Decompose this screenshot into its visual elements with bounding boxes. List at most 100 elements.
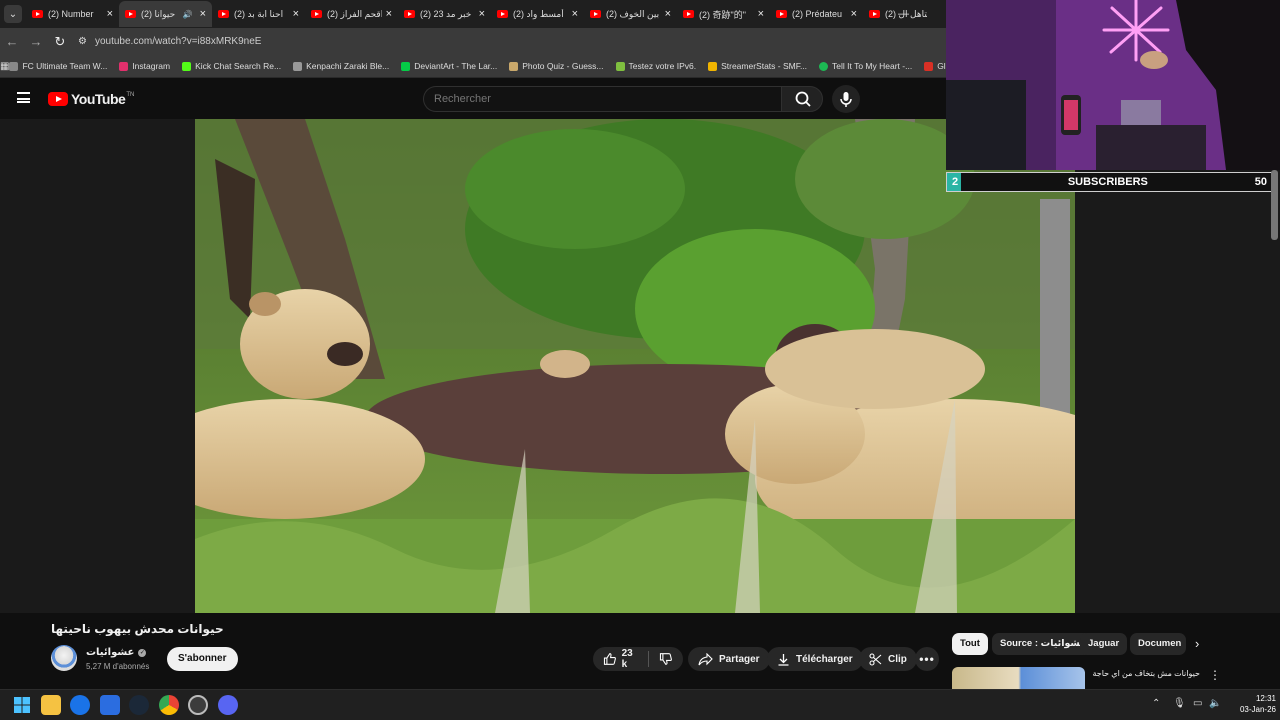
close-icon[interactable]: × xyxy=(107,8,113,20)
download-button[interactable]: Télécharger xyxy=(767,647,863,671)
bookmark-item[interactable]: Kenpachi Zaraki Ble... xyxy=(293,61,389,71)
youtube-play-icon xyxy=(48,92,68,106)
monitor-icon[interactable]: ▭ xyxy=(1193,698,1202,709)
like-count[interactable]: 23 k xyxy=(622,648,641,670)
forward-arrow-icon[interactable]: → xyxy=(24,34,48,49)
close-icon[interactable]: × xyxy=(851,8,857,20)
bookmark-item[interactable]: Testez votre IPv6. xyxy=(615,61,696,71)
bookmark-favicon-icon xyxy=(9,61,19,71)
obs-icon[interactable] xyxy=(188,695,208,715)
url-field[interactable]: ⚙ youtube.com/watch?v=i88xMRK9neE xyxy=(78,36,261,47)
windows-taskbar xyxy=(0,689,1280,720)
tab-search-dropdown[interactable]: ⌄ xyxy=(4,5,22,23)
hamburger-menu-icon[interactable] xyxy=(17,92,30,103)
steam-icon[interactable] xyxy=(129,695,149,715)
thumbs-down-icon[interactable] xyxy=(659,652,673,666)
channel-name[interactable]: عشوائيات ✓ xyxy=(86,647,147,658)
bookmark-item[interactable]: Kick Chat Search Re... xyxy=(182,61,281,71)
share-button[interactable]: Partager xyxy=(688,647,770,671)
reload-icon[interactable]: ↻ xyxy=(48,34,72,50)
youtube-header: YouTube TN xyxy=(0,79,946,119)
verified-check-icon: ✓ xyxy=(138,648,147,657)
voice-search-button[interactable] xyxy=(832,85,860,113)
youtube-favicon-icon xyxy=(497,10,508,18)
youtube-favicon-icon xyxy=(32,10,43,18)
browser-tab[interactable]: (2) اقحم الفراز × xyxy=(305,1,398,27)
youtube-favicon-icon xyxy=(776,10,787,18)
chip-all[interactable]: Tout xyxy=(952,633,988,655)
subscriber-count: 5,27 M d'abonnés xyxy=(86,662,150,671)
subscribe-button[interactable]: S'abonner xyxy=(167,647,238,671)
speaker-icon[interactable]: 🔊 xyxy=(183,10,193,19)
bar-chart-icon xyxy=(708,61,718,71)
share-arrow-icon xyxy=(698,652,713,665)
site-settings-icon[interactable]: ⚙ xyxy=(78,36,87,47)
bookmark-item[interactable]: StreamerStats - SMF... xyxy=(708,61,807,71)
chip-jaguar[interactable]: Jaguar xyxy=(1080,633,1128,655)
channel-avatar[interactable] xyxy=(51,645,77,671)
close-icon[interactable]: × xyxy=(386,8,392,20)
checkmark-icon xyxy=(615,61,625,71)
bookmark-item[interactable]: FC Ultimate Team W... xyxy=(9,61,107,71)
mail-icon[interactable] xyxy=(70,695,90,715)
like-dislike-group: 23 k xyxy=(593,647,683,671)
discord-icon[interactable] xyxy=(218,695,238,715)
spotify-icon xyxy=(819,61,829,71)
browser-tab[interactable]: (2) أمسط واد × xyxy=(491,1,584,27)
bookmark-item[interactable]: Photo Quiz - Guess... xyxy=(509,61,604,71)
recommendation-title[interactable]: حيوانات مش بتخاف من اي حاجة xyxy=(1090,669,1200,678)
youtube-favicon-icon xyxy=(869,10,880,18)
more-actions-button[interactable]: ••• xyxy=(915,647,939,671)
close-icon[interactable]: × xyxy=(200,8,206,20)
minimize-icon[interactable]: — xyxy=(898,8,909,20)
windows-start-icon[interactable] xyxy=(12,695,32,715)
browser-tab[interactable]: (2) بين الخوف × xyxy=(584,1,677,27)
chevron-up-icon[interactable]: ⌃ xyxy=(1152,698,1160,709)
chip-documentary[interactable]: Documen xyxy=(1130,633,1186,655)
microphone-icon[interactable]: 🎙 xyxy=(1173,698,1186,709)
more-horizontal-icon: ••• xyxy=(919,652,935,666)
kick-icon xyxy=(182,61,192,71)
browser-tab-active[interactable]: (2) حيوانا 🔊 × xyxy=(119,1,212,27)
subscriber-current-count: 2 xyxy=(947,173,961,191)
chevron-right-icon[interactable]: › xyxy=(1195,636,1199,651)
microphone-icon xyxy=(840,92,852,107)
volume-icon[interactable]: 🔈 xyxy=(1209,698,1221,709)
browser-tab[interactable]: (2) 奇跡"的" × xyxy=(677,1,770,27)
browser-tab[interactable]: (2) Prédateu × xyxy=(770,1,863,27)
bookmark-item[interactable]: Tell It To My Heart -... xyxy=(819,61,912,71)
close-icon[interactable]: × xyxy=(758,8,764,20)
thumbs-up-icon[interactable] xyxy=(603,652,617,666)
close-icon[interactable]: × xyxy=(293,8,299,20)
system-clock[interactable]: 12:31 03-Jan-26 xyxy=(1226,693,1276,715)
more-vertical-icon[interactable]: ⋮ xyxy=(1209,668,1221,682)
apps-grid-icon[interactable]: ▦ xyxy=(0,61,9,72)
browser-tab[interactable]: (2) 23 خبر مد × xyxy=(398,1,491,27)
bookmark-item[interactable]: DeviantArt - The Lar... xyxy=(401,61,497,71)
bookmark-item[interactable]: Instagram xyxy=(119,61,170,71)
chevron-down-icon: ⌄ xyxy=(8,8,18,20)
file-explorer-icon[interactable] xyxy=(41,695,61,715)
close-icon[interactable]: × xyxy=(479,8,485,20)
scissors-icon xyxy=(869,652,882,666)
browser-tab[interactable]: (2) Number × xyxy=(26,1,119,27)
video-frame-lions-image xyxy=(195,119,1075,613)
close-icon[interactable]: × xyxy=(665,8,671,20)
recommendation-thumbnail[interactable] xyxy=(952,667,1085,689)
back-arrow-icon[interactable]: ← xyxy=(0,34,24,49)
search-button[interactable] xyxy=(781,86,823,112)
video-player[interactable] xyxy=(195,119,1075,613)
youtube-logo[interactable]: YouTube TN xyxy=(48,91,134,107)
search-input[interactable] xyxy=(423,86,781,112)
url-text: youtube.com/watch?v=i88xMRK9neE xyxy=(94,36,262,47)
subscriber-goal-bar: 2 SUBSCRIBERS 50 xyxy=(946,172,1274,192)
browser-tab[interactable]: (2) احنا ابة بد × xyxy=(212,1,305,27)
clip-button[interactable]: Clip xyxy=(859,647,917,671)
deviantart-icon xyxy=(401,61,411,71)
video-title: حيوانات محدش بيهوب ناحيتها xyxy=(51,622,224,636)
close-icon[interactable]: × xyxy=(572,8,578,20)
store-icon[interactable] xyxy=(100,695,120,715)
page-scrollbar[interactable] xyxy=(1271,170,1278,240)
youtube-favicon-icon xyxy=(125,10,136,18)
chrome-icon[interactable] xyxy=(159,695,179,715)
